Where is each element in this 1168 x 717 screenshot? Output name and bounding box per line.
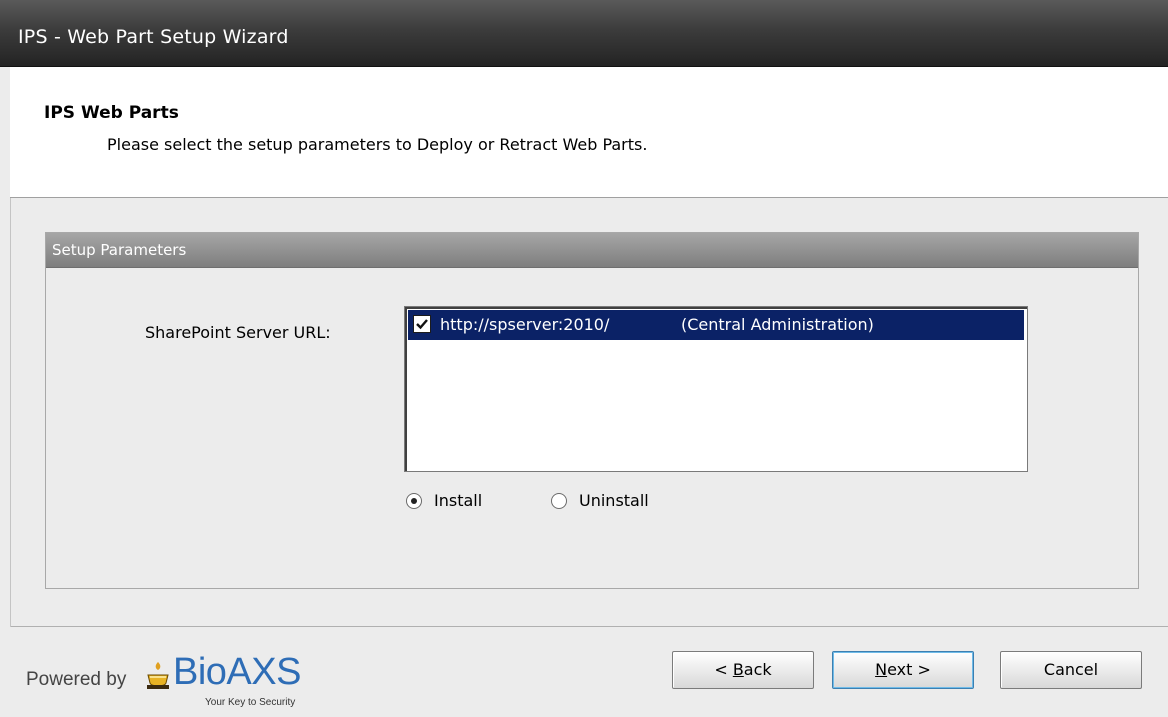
group-header: Setup Parameters — [46, 233, 1138, 268]
window-title: IPS - Web Part Setup Wizard — [18, 26, 289, 48]
wizard-header: IPS Web Parts Please select the setup pa… — [10, 67, 1168, 198]
logo-cup-icon — [147, 662, 169, 689]
powered-by-text: Powered by — [26, 669, 127, 690]
server-url-list[interactable]: http://spserver:2010/ (Central Administr… — [404, 306, 1028, 472]
setup-wizard-window: IPS - Web Part Setup Wizard IPS Web Part… — [0, 0, 1168, 717]
setup-parameters-group: Setup Parameters SharePoint Server URL: … — [45, 232, 1139, 589]
radio-unselected-icon[interactable] — [551, 493, 567, 509]
page-title: IPS Web Parts — [44, 103, 179, 123]
install-radio-label: Install — [434, 491, 483, 510]
logo-tagline: Your Key to Security — [205, 697, 296, 708]
title-bar[interactable]: IPS - Web Part Setup Wizard — [0, 0, 1168, 67]
back-button[interactable]: < Back — [672, 651, 814, 689]
page-subtitle: Please select the setup parameters to De… — [107, 135, 648, 154]
wizard-footer: Powered by BioAXS Your Key to Security <… — [0, 627, 1168, 717]
radio-selected-icon[interactable] — [406, 493, 422, 509]
server-checkbox[interactable] — [413, 315, 431, 333]
cancel-button[interactable]: Cancel — [1000, 651, 1142, 689]
server-url-label: SharePoint Server URL: — [145, 323, 331, 342]
server-description: (Central Administration) — [681, 315, 874, 334]
group-title: Setup Parameters — [52, 241, 187, 259]
checkmark-icon — [416, 319, 428, 330]
server-url: http://spserver:2010/ — [440, 315, 610, 334]
wizard-body: Setup Parameters SharePoint Server URL: … — [11, 198, 1168, 628]
uninstall-radio-label: Uninstall — [579, 491, 649, 510]
next-button[interactable]: Next > — [832, 651, 974, 689]
logo-brand: BioAXS — [173, 651, 301, 693]
server-list-item[interactable]: http://spserver:2010/ (Central Administr… — [408, 310, 1024, 340]
bioaxs-logo: BioAXS Your Key to Security — [145, 649, 365, 713]
